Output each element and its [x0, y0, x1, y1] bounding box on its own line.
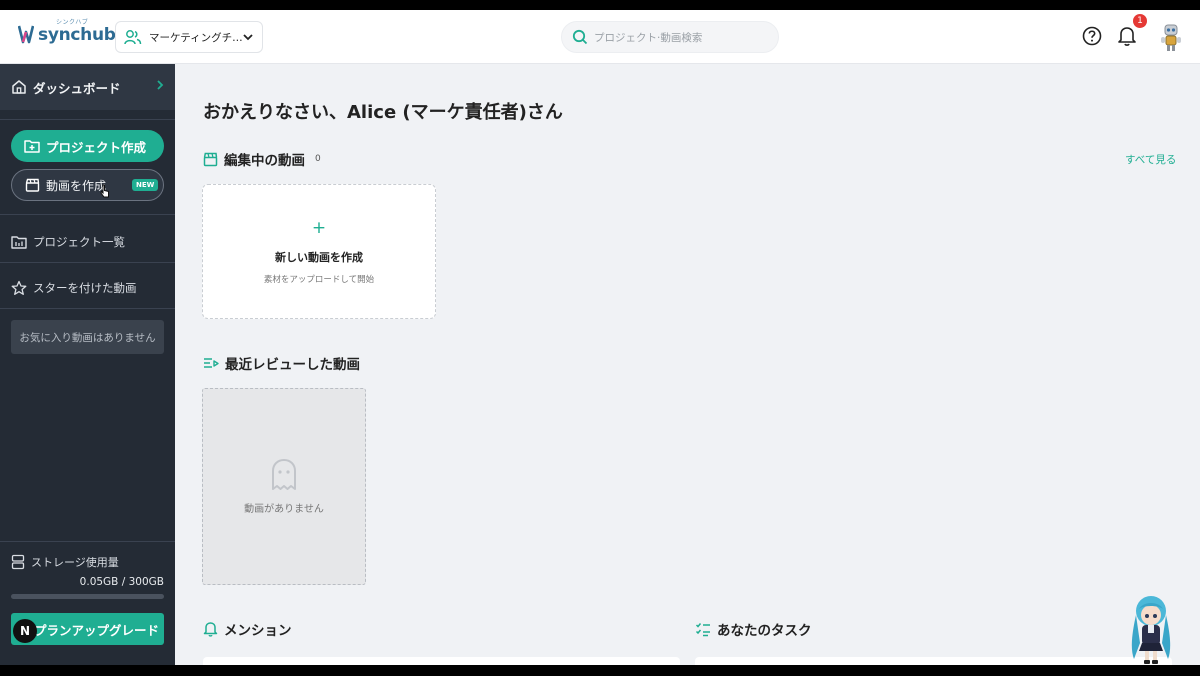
- notification-count-badge: 1: [1133, 14, 1147, 28]
- search-icon: [572, 29, 588, 45]
- section-title: メンション: [224, 623, 292, 639]
- section-title: 最近レビューした動画: [225, 357, 360, 373]
- recent-reviews-header: 最近レビューした動画: [203, 353, 360, 373]
- project-list-icon: [11, 236, 27, 249]
- storage-progress-bar: [11, 594, 164, 599]
- bell-icon: [1118, 27, 1136, 46]
- notifications-button[interactable]: [1116, 24, 1138, 48]
- star-icon: [11, 280, 27, 295]
- clapperboard-icon: [203, 152, 218, 166]
- favorites-empty-message: お気に入り動画はありません: [11, 320, 164, 354]
- new-video-card-subtitle: 素材をアップロードして開始: [263, 274, 375, 285]
- storage-icon: [11, 554, 25, 570]
- storage-usage-label: ストレージ使用量: [11, 554, 119, 570]
- app-window: synchub シンクハブ マーケティングチ… プロジェクト·動画検索 1 ダッ…: [0, 10, 1200, 665]
- sidebar: ダッシュボード プロジェクト作成 動画を作成 NEW プロジェクト一覧 スターを…: [0, 64, 175, 665]
- create-video-button[interactable]: 動画を作成 NEW: [11, 169, 164, 201]
- sidebar-divider: [0, 119, 175, 120]
- sidebar-item-label: ダッシュボード: [33, 80, 121, 96]
- sidebar-divider: [0, 308, 175, 309]
- section-count: 0: [315, 154, 321, 164]
- sidebar-divider: [0, 541, 175, 542]
- plan-upgrade-label: プランアップグレード: [33, 622, 159, 638]
- floating-n-badge[interactable]: N: [13, 619, 37, 643]
- sidebar-item-label: スターを付けた動画: [33, 281, 137, 295]
- logo-mark-icon: [18, 25, 34, 44]
- team-selector[interactable]: マーケティングチ…: [115, 21, 263, 53]
- tasks-header: あなたのタスク: [695, 619, 812, 639]
- review-list-icon: [204, 358, 219, 368]
- create-video-label: 動画を作成: [46, 178, 107, 193]
- search-box[interactable]: プロジェクト·動画検索: [561, 21, 779, 53]
- ghost-icon: [272, 459, 296, 490]
- help-button[interactable]: [1081, 24, 1103, 48]
- user-avatar[interactable]: [1158, 22, 1184, 52]
- page-title: おかえりなさい、Alice (マーケ責任者)さん: [203, 102, 563, 123]
- sidebar-divider: [0, 214, 175, 215]
- checklist-icon: [695, 622, 710, 636]
- assistant-mascot[interactable]: [1126, 593, 1176, 665]
- chevron-down-icon: [243, 34, 253, 41]
- logo-text: synchub: [38, 25, 116, 45]
- team-selector-label: マーケティングチ…: [149, 31, 242, 44]
- sidebar-item-dashboard[interactable]: ダッシュボード: [0, 64, 175, 110]
- plus-icon: +: [311, 217, 327, 238]
- clapperboard-icon: [25, 178, 40, 192]
- storage-usage-value: 0.05GB / 300GB: [79, 576, 164, 588]
- sidebar-item-starred[interactable]: スターを付けた動画: [11, 280, 137, 296]
- mentions-panel: [203, 657, 680, 665]
- editing-videos-header: 編集中の動画 0: [203, 149, 321, 169]
- mouse-pointer-icon: [100, 184, 109, 198]
- top-header: synchub シンクハブ マーケティングチ… プロジェクト·動画検索 1: [0, 10, 1200, 64]
- logo-kana: シンクハブ: [56, 19, 89, 26]
- create-project-label: プロジェクト作成: [46, 139, 147, 155]
- storage-label-text: ストレージ使用量: [31, 556, 119, 569]
- bell-icon: [203, 622, 218, 637]
- new-video-card-title: 新しい動画を作成: [275, 250, 363, 264]
- new-badge: NEW: [132, 179, 159, 191]
- sidebar-divider: [0, 262, 175, 263]
- users-icon: [124, 30, 142, 45]
- no-videos-text: 動画がありません: [244, 504, 324, 515]
- home-icon: [12, 80, 26, 94]
- see-all-link[interactable]: すべて見る: [1125, 152, 1176, 167]
- sidebar-item-projects[interactable]: プロジェクト一覧: [11, 234, 125, 250]
- folder-plus-icon: [24, 140, 40, 153]
- new-video-card[interactable]: + 新しい動画を作成 素材をアップロードして開始: [202, 184, 436, 319]
- search-input[interactable]: プロジェクト·動画検索: [594, 30, 702, 45]
- section-title: 編集中の動画: [224, 153, 305, 169]
- section-title: あなたのタスク: [717, 623, 812, 639]
- chevron-right-icon: [157, 80, 164, 90]
- create-project-button[interactable]: プロジェクト作成: [11, 130, 164, 162]
- help-circle-icon: [1082, 26, 1102, 46]
- synchub-logo[interactable]: synchub シンクハブ: [18, 19, 116, 46]
- no-videos-placeholder: 動画がありません: [202, 388, 366, 585]
- sidebar-item-label: プロジェクト一覧: [33, 235, 125, 249]
- tasks-panel: [695, 657, 1172, 665]
- mentions-header: メンション: [203, 619, 292, 639]
